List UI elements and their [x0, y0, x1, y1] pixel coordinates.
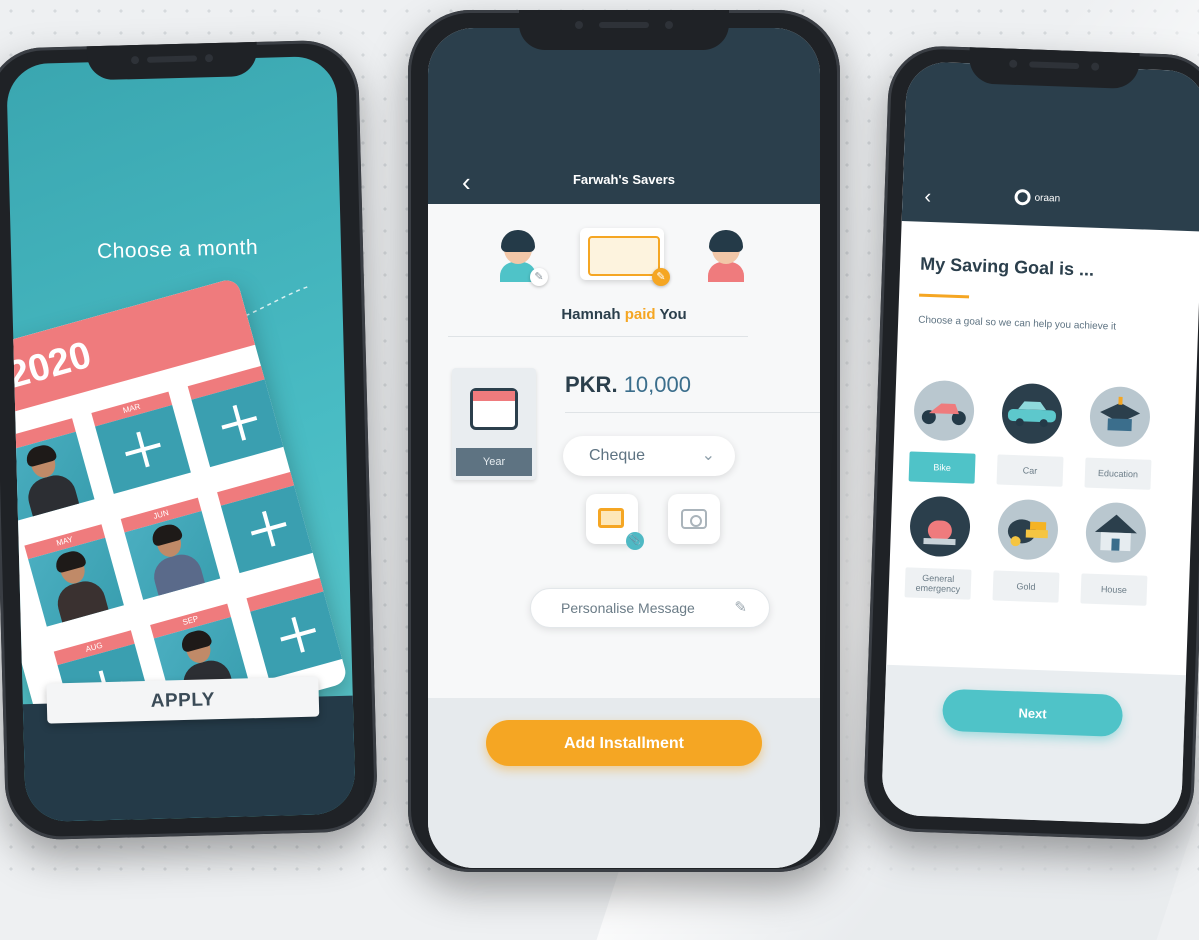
image-icon	[598, 508, 624, 528]
personalise-message-field[interactable]: Personalise Message ✎	[530, 588, 770, 628]
amount-display: PKR. 10,000	[565, 372, 691, 398]
payment-method-select[interactable]: Cheque ⌄	[563, 436, 735, 476]
amount-value: 10,000	[623, 372, 691, 397]
month-cell-add[interactable]: MAR	[91, 391, 191, 494]
saving-goal-screen: ‹ oraan My Saving Goal is ... Choose a g…	[880, 61, 1199, 826]
education-icon	[1088, 385, 1151, 448]
phone-notch	[86, 41, 258, 81]
goal-subtitle: Choose a goal so we can help you achieve…	[918, 314, 1117, 333]
goal-label: Bike	[908, 451, 976, 484]
payee-name: You	[659, 306, 687, 323]
edit-pencil-icon[interactable]: ✎	[652, 268, 670, 286]
phone-saving-goal: ‹ oraan My Saving Goal is ... Choose a g…	[862, 44, 1199, 842]
apply-button[interactable]: APPLY	[46, 676, 320, 724]
add-installment-button[interactable]: Add Installment	[486, 720, 762, 766]
person-photo	[43, 545, 111, 623]
currency-label: PKR.	[565, 372, 618, 397]
goal-option-bike[interactable]: Bike	[908, 379, 979, 484]
cheque-icon	[588, 236, 660, 276]
goal-option-house[interactable]: House	[1080, 501, 1150, 606]
month-cell-add[interactable]	[246, 576, 347, 680]
month-cell[interactable]: JUN	[120, 497, 221, 600]
goal-title: My Saving Goal is ...	[919, 253, 1095, 280]
paid-verb: paid	[624, 306, 656, 323]
year-picker-card[interactable]: Year	[452, 368, 536, 480]
next-button[interactable]: Next	[941, 688, 1124, 737]
gold-icon	[996, 498, 1059, 561]
camera-icon	[681, 509, 707, 529]
phone-month-picker: Choose a month 2020 MAR MAY JUN AUG SEP …	[0, 39, 379, 841]
person-photo	[13, 439, 81, 517]
goal-label: House	[1080, 573, 1148, 606]
payer-avatar: ✎	[496, 228, 548, 286]
goal-option-general-emergency[interactable]: General emergency	[904, 495, 975, 600]
attach-image-button[interactable]: 📎	[586, 494, 644, 550]
page-title: Farwah's Savers	[572, 172, 676, 187]
paid-status-line: Hamnah paid You	[428, 306, 820, 323]
year-label: Year	[456, 448, 532, 476]
house-icon	[1084, 501, 1147, 564]
bike-icon	[913, 379, 976, 442]
payee-avatar	[704, 228, 748, 282]
siren-icon	[908, 495, 972, 558]
edit-pencil-icon[interactable]: ✎	[530, 268, 548, 286]
brand-logo: oraan	[1014, 188, 1061, 207]
camera-button[interactable]	[668, 494, 720, 544]
phone-notch	[968, 47, 1140, 90]
goal-label: Car	[996, 454, 1064, 487]
logo-ring-icon	[1014, 188, 1031, 206]
payment-method-value: Cheque	[589, 447, 646, 464]
goal-option-gold[interactable]: Gold	[992, 498, 1062, 603]
paperclip-icon: 📎	[626, 532, 644, 550]
goal-option-car[interactable]: Car	[996, 382, 1067, 487]
month-picker-screen: Choose a month 2020 MAR MAY JUN AUG SEP …	[6, 55, 356, 823]
month-cell[interactable]: MAY	[24, 524, 124, 627]
month-cell[interactable]	[6, 418, 95, 521]
divider	[565, 412, 820, 413]
goal-label: Education	[1084, 457, 1152, 490]
goal-option-education[interactable]: Education	[1084, 385, 1154, 490]
goal-options: Bike Car Education General emergency Gol…	[904, 379, 1154, 606]
goal-label: Gold	[992, 570, 1060, 603]
goal-label: General emergency	[904, 567, 972, 600]
back-chevron-icon[interactable]: ‹	[924, 186, 931, 209]
title-underline	[919, 293, 970, 299]
month-cell-add[interactable]	[217, 470, 317, 574]
phone-add-installment: ‹ Farwah's Savers ✎ ✎ Hamnah paid You Ye…	[408, 10, 840, 872]
calendar-icon	[470, 388, 518, 430]
brand-name: oraan	[1034, 192, 1061, 205]
cheque-image-card[interactable]: ✎	[580, 228, 670, 286]
person-photo	[139, 519, 207, 596]
payer-name: Hamnah	[561, 306, 621, 323]
car-icon	[1000, 382, 1064, 445]
divider	[448, 336, 748, 337]
add-installment-screen: ‹ Farwah's Savers ✎ ✎ Hamnah paid You Ye…	[428, 28, 820, 868]
chevron-down-icon: ⌄	[701, 447, 715, 464]
footer-bar	[880, 664, 1186, 826]
phone-notch	[519, 10, 729, 50]
pencil-icon: ✎	[734, 599, 747, 616]
message-placeholder: Personalise Message	[561, 600, 695, 616]
